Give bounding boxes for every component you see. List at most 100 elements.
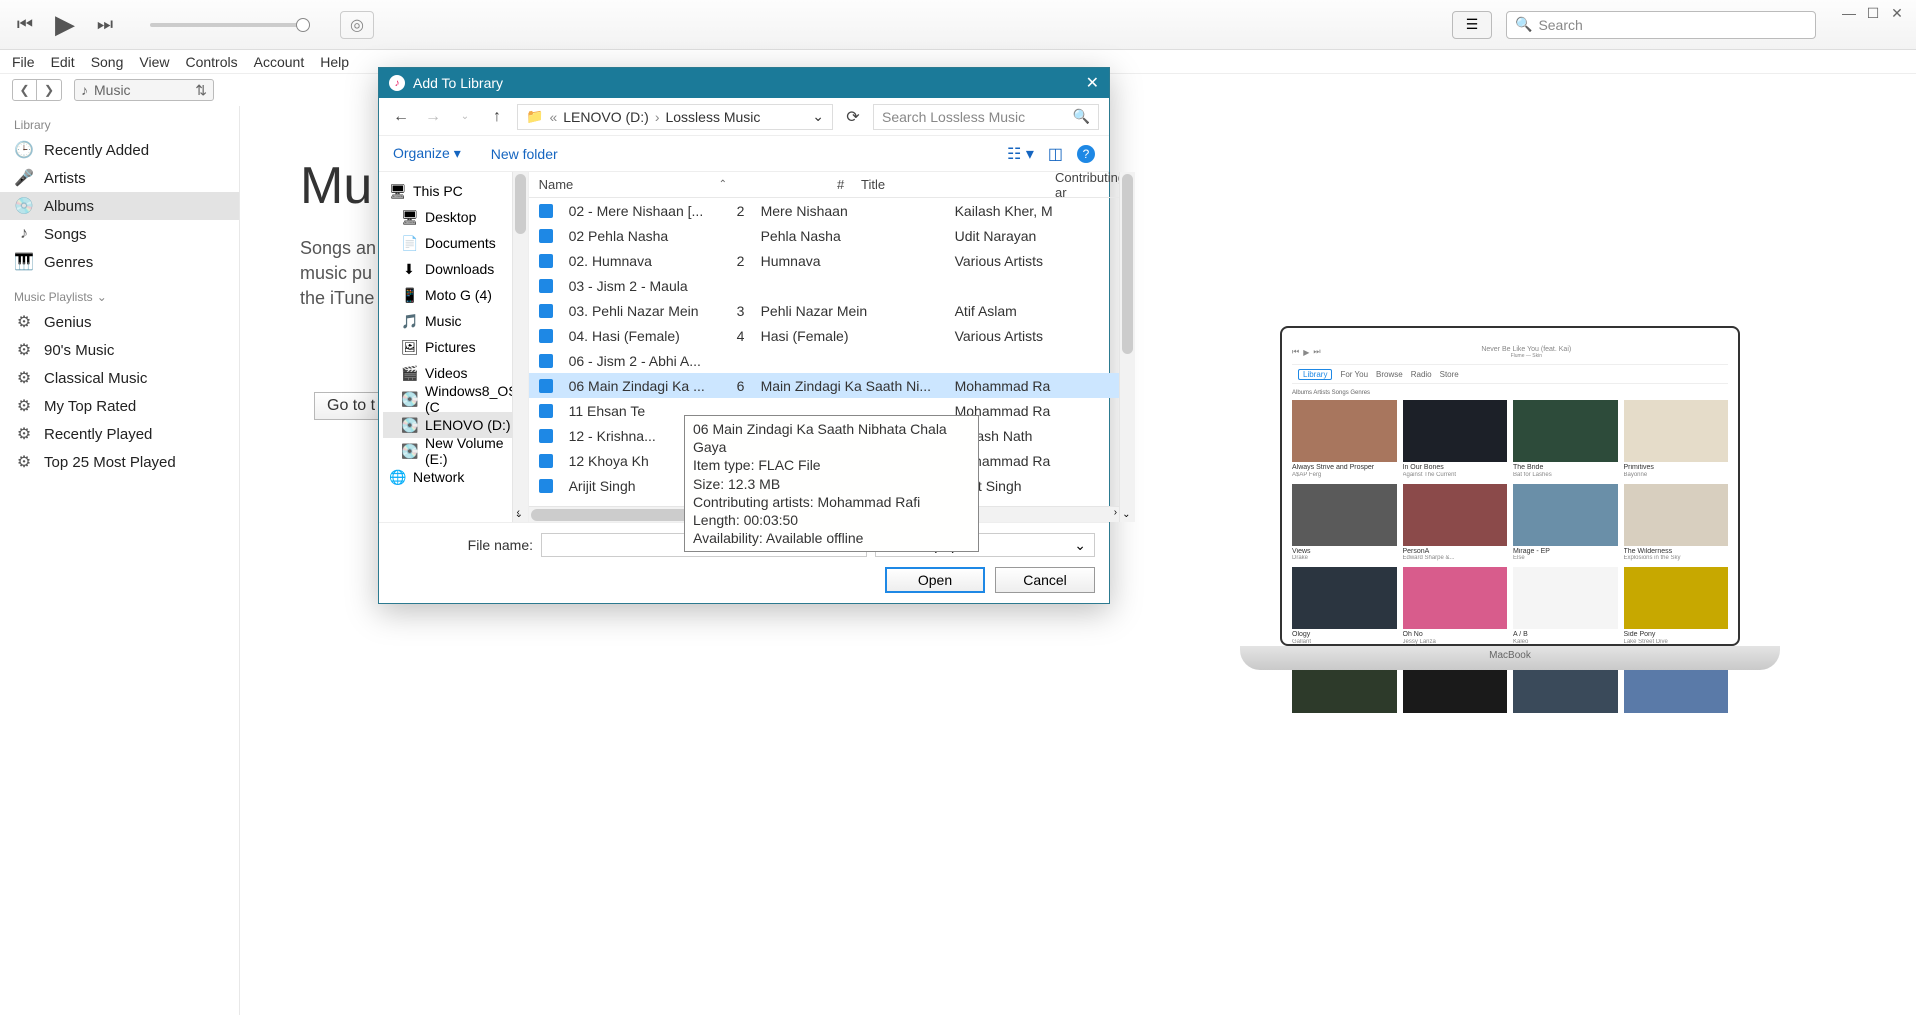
file-icon bbox=[539, 204, 553, 218]
col-name[interactable]: Name bbox=[529, 177, 719, 192]
sidebar-playlist-item[interactable]: ⚙90's Music bbox=[0, 336, 239, 364]
dialog-up-button[interactable]: ↑ bbox=[485, 105, 509, 129]
navpane-scrollbar[interactable]: ⌄ bbox=[512, 172, 528, 522]
file-artist: Atif Aslam bbox=[945, 303, 1136, 319]
dialog-recent-dropdown[interactable]: ⌄ bbox=[453, 105, 477, 129]
play-icon[interactable]: ▶ bbox=[50, 10, 80, 40]
sidebar-playlist-item[interactable]: ⚙Recently Played bbox=[0, 420, 239, 448]
back-button[interactable]: ❮ bbox=[13, 80, 37, 100]
breadcrumb-item[interactable]: Lossless Music bbox=[665, 109, 760, 125]
sidebar-item[interactable]: 🎤Artists bbox=[0, 164, 239, 192]
sidebar-playlist-item[interactable]: ⚙Top 25 Most Played bbox=[0, 448, 239, 476]
dialog-search-input[interactable]: Search Lossless Music 🔍 bbox=[873, 104, 1099, 130]
album-title: Views bbox=[1292, 548, 1397, 556]
filepane-scrollbar[interactable]: ⌄ bbox=[1119, 172, 1135, 522]
breadcrumb-item[interactable]: LENOVO (D:) bbox=[563, 109, 649, 125]
dialog-close-icon[interactable]: ✕ bbox=[1086, 73, 1099, 93]
file-row[interactable]: 04. Hasi (Female) 4 Hasi (Female) Variou… bbox=[529, 323, 1136, 348]
dialog-titlebar[interactable]: ♪ Add To Library ✕ bbox=[379, 68, 1109, 98]
file-row[interactable]: 06 - Jism 2 - Abhi A... bbox=[529, 348, 1136, 373]
promo-now-sub: Flume — Skin bbox=[1325, 353, 1728, 359]
sidebar-playlist-item[interactable]: ⚙Genius bbox=[0, 308, 239, 336]
scrollbar-thumb[interactable] bbox=[1122, 174, 1133, 354]
promo-tabs: Library For You Browse Radio Store bbox=[1292, 364, 1728, 384]
file-icon bbox=[539, 379, 553, 393]
dialog-view-icons: ☷ ▾ ◫ ? bbox=[1007, 144, 1095, 164]
file-row[interactable]: 02 Pehla Nasha Pehla Nasha Udit Narayan bbox=[529, 223, 1136, 248]
navpane-item[interactable]: 💽New Volume (E:) bbox=[383, 438, 524, 464]
menu-song[interactable]: Song bbox=[91, 54, 124, 70]
volume-slider[interactable] bbox=[150, 23, 310, 27]
volume-thumb[interactable] bbox=[296, 18, 310, 32]
navpane-item-icon: 🖥 bbox=[389, 183, 405, 200]
breadcrumb-dropdown-icon[interactable]: ⌄ bbox=[812, 108, 824, 125]
menu-file[interactable]: File bbox=[12, 54, 35, 70]
organize-button[interactable]: Organize ▾ bbox=[393, 145, 461, 162]
dialog-toolbar: Organize ▾ New folder ☷ ▾ ◫ ? bbox=[379, 136, 1109, 172]
promo-play-icon: ▶ bbox=[1303, 348, 1309, 357]
col-title[interactable]: Title bbox=[851, 177, 1045, 192]
help-icon[interactable]: ? bbox=[1077, 145, 1095, 163]
folder-icon: 📁 bbox=[526, 108, 543, 125]
album-artist: Bayonne bbox=[1624, 472, 1729, 478]
file-row[interactable]: 03. Pehli Nazar Mein 3 Pehli Nazar Mein … bbox=[529, 298, 1136, 323]
minimize-icon[interactable]: — bbox=[1840, 5, 1858, 21]
airplay-icon[interactable]: ◎ bbox=[340, 11, 374, 39]
scrollbar-thumb[interactable] bbox=[515, 174, 526, 234]
menu-help[interactable]: Help bbox=[320, 54, 349, 70]
dialog-breadcrumb[interactable]: 📁 « LENOVO (D:) › Lossless Music ⌄ bbox=[517, 104, 833, 130]
album-cover bbox=[1513, 400, 1618, 462]
navpane-item[interactable]: 🖥Desktop bbox=[383, 204, 524, 230]
dialog-forward-button[interactable]: → bbox=[421, 105, 445, 129]
sidebar-item[interactable]: ♪Songs bbox=[0, 220, 239, 248]
chevron-right-icon[interactable]: › bbox=[1114, 507, 1117, 518]
navpane-item[interactable]: 🎵Music bbox=[383, 308, 524, 334]
view-select[interactable]: ♪ Music ⇅ bbox=[74, 79, 214, 101]
sidebar-item-label: Top 25 Most Played bbox=[44, 454, 176, 471]
cancel-button[interactable]: Cancel bbox=[995, 567, 1095, 593]
sidebar-playlists-header[interactable]: Music Playlists ⌄ bbox=[0, 286, 239, 308]
navpane-item-icon: 🎬 bbox=[401, 365, 417, 382]
menu-edit[interactable]: Edit bbox=[51, 54, 75, 70]
menu-controls[interactable]: Controls bbox=[185, 54, 237, 70]
maximize-icon[interactable]: ☐ bbox=[1864, 5, 1882, 21]
file-artist: Udit Narayan bbox=[945, 228, 1136, 244]
new-folder-button[interactable]: New folder bbox=[491, 146, 558, 162]
menu-view[interactable]: View bbox=[139, 54, 169, 70]
sidebar-item-label: Albums bbox=[44, 198, 94, 215]
file-row[interactable]: 03 - Jism 2 - Maula bbox=[529, 273, 1136, 298]
navpane-item[interactable]: ⬇Downloads bbox=[383, 256, 524, 282]
chevron-left-icon[interactable]: ‹ bbox=[517, 507, 520, 518]
next-icon[interactable]: ⏭ bbox=[90, 10, 120, 40]
navpane-item[interactable]: 📱Moto G (4) bbox=[383, 282, 524, 308]
chevron-down-icon[interactable]: ⌄ bbox=[1122, 509, 1130, 520]
open-button[interactable]: Open bbox=[885, 567, 985, 593]
navpane-item[interactable]: 🖥This PC bbox=[383, 178, 524, 204]
promo-tab-store: Store bbox=[1440, 370, 1459, 379]
sidebar-item[interactable]: 🎹Genres bbox=[0, 248, 239, 276]
dialog-back-button[interactable]: ← bbox=[389, 105, 413, 129]
sidebar-playlist-item[interactable]: ⚙Classical Music bbox=[0, 364, 239, 392]
previous-icon[interactable]: ⏮ bbox=[10, 10, 40, 40]
file-icon bbox=[539, 304, 553, 318]
go-to-store-button[interactable]: Go to t bbox=[314, 392, 388, 420]
close-icon[interactable]: ✕ bbox=[1888, 5, 1906, 21]
sidebar-item[interactable]: 🕒Recently Added bbox=[0, 136, 239, 164]
sidebar-item[interactable]: 💿Albums bbox=[0, 192, 239, 220]
list-view-button[interactable]: ☰ bbox=[1452, 11, 1492, 39]
navpane-item[interactable]: 🖼Pictures bbox=[383, 334, 524, 360]
file-row[interactable]: 02 - Mere Nishaan [... 2 Mere Nishaan Ka… bbox=[529, 198, 1136, 223]
navpane-item[interactable]: 📄Documents bbox=[383, 230, 524, 256]
navpane-item[interactable]: 💽Windows8_OS (C bbox=[383, 386, 524, 412]
file-row[interactable]: 02. Humnava 2 Humnava Various Artists bbox=[529, 248, 1136, 273]
view-mode-button[interactable]: ☷ ▾ bbox=[1007, 144, 1034, 164]
sidebar-playlist-item[interactable]: ⚙My Top Rated bbox=[0, 392, 239, 420]
refresh-button[interactable]: ⟳ bbox=[841, 105, 865, 129]
menu-account[interactable]: Account bbox=[254, 54, 305, 70]
file-row[interactable]: 06 Main Zindagi Ka ... 6 Main Zindagi Ka… bbox=[529, 373, 1136, 398]
navpane-item[interactable]: 🌐Network bbox=[383, 464, 524, 490]
search-input[interactable]: 🔍 Search bbox=[1506, 11, 1816, 39]
forward-button[interactable]: ❯ bbox=[37, 80, 61, 100]
col-num[interactable]: # bbox=[827, 177, 851, 192]
preview-toggle-button[interactable]: ◫ bbox=[1048, 144, 1063, 164]
